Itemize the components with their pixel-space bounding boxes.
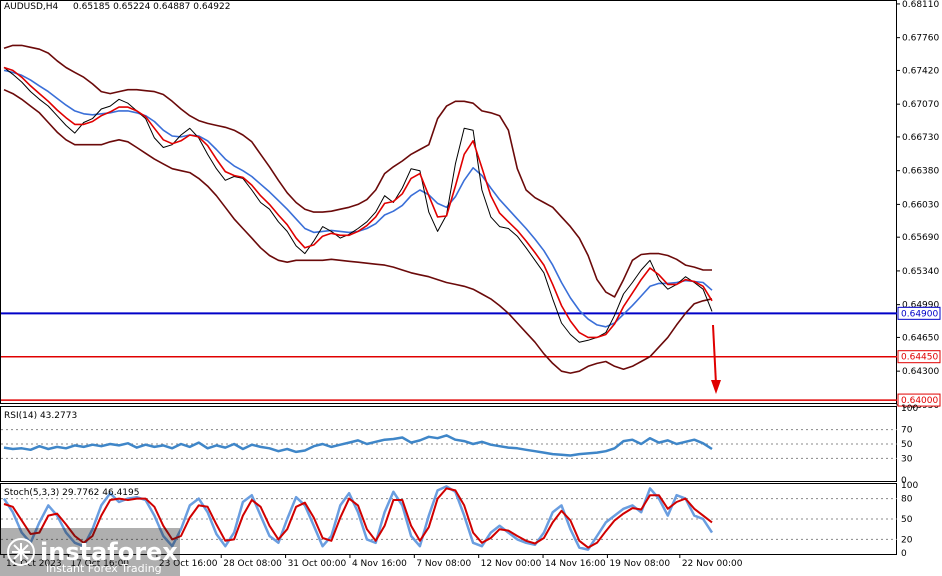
price-y-tick-label: 0.64300 [902, 367, 939, 377]
x-tick-label: 12 Nov 00:00 [481, 559, 542, 569]
price-level-label: 0.64900 [901, 309, 938, 319]
price-y-tick-label: 0.67760 [902, 34, 939, 44]
oscillator-y-tick-label: 50 [901, 440, 913, 450]
stoch-title: Stoch(5,3,3) 29.7762 46.4195 [4, 488, 139, 498]
oscillator-y-tick-label: 100 [901, 404, 918, 414]
trading-chart: 0.68110 0.67760 0.67420 0.67070 0.66730 0.663… [0, 0, 942, 576]
price-y-tick-label: 0.66030 [902, 200, 939, 210]
price-y-tick-label: 0.67420 [902, 66, 939, 76]
price-y-tick-label: 0.66380 [902, 167, 939, 177]
x-tick-label: 19 Nov 08:00 [609, 559, 670, 569]
price-y-tick-label: 0.68110 [902, 0, 939, 10]
x-tick-label: 28 Oct 08:00 [223, 559, 282, 569]
rsi-title: RSI(14) 43.2773 [4, 411, 77, 421]
symbol-label: AUDUSD,H4 [4, 2, 59, 12]
oscillator-y-tick-label: 20 [901, 535, 913, 545]
x-tick-label: 31 Oct 00:00 [288, 559, 347, 569]
oscillator-y-tick-label: 30 [901, 454, 913, 464]
oscillator-y-tick-label: 0 [901, 549, 907, 559]
price-y-tick-label: 0.65690 [902, 233, 939, 243]
oscillator-y-tick-label: 50 [901, 515, 913, 525]
price-level-label: 0.64450 [901, 353, 938, 363]
x-tick-label: 14 Nov 16:00 [545, 559, 606, 569]
price-y-tick-label: 0.65340 [902, 267, 939, 277]
logo-tagline: Instant Forex Trading [46, 562, 162, 575]
x-tick-label: 7 Nov 08:00 [416, 559, 471, 569]
instaforex-logo: instaforex Instant Forex Trading [0, 528, 180, 576]
x-tick-label: 22 Nov 00:00 [682, 559, 743, 569]
price-y-tick-label: 0.67070 [902, 100, 939, 110]
x-tick-label: 4 Nov 16:00 [352, 559, 407, 569]
price-y-tick-label: 0.66730 [902, 133, 939, 143]
ohlc-label: 0.65185 0.65224 0.64887 0.64922 [73, 2, 230, 12]
oscillator-y-tick-label: 80 [901, 495, 913, 505]
oscillator-y-tick-label: 70 [901, 426, 913, 436]
oscillator-y-tick-label: 100 [901, 481, 918, 491]
price-y-tick-label: 0.64650 [902, 333, 939, 343]
